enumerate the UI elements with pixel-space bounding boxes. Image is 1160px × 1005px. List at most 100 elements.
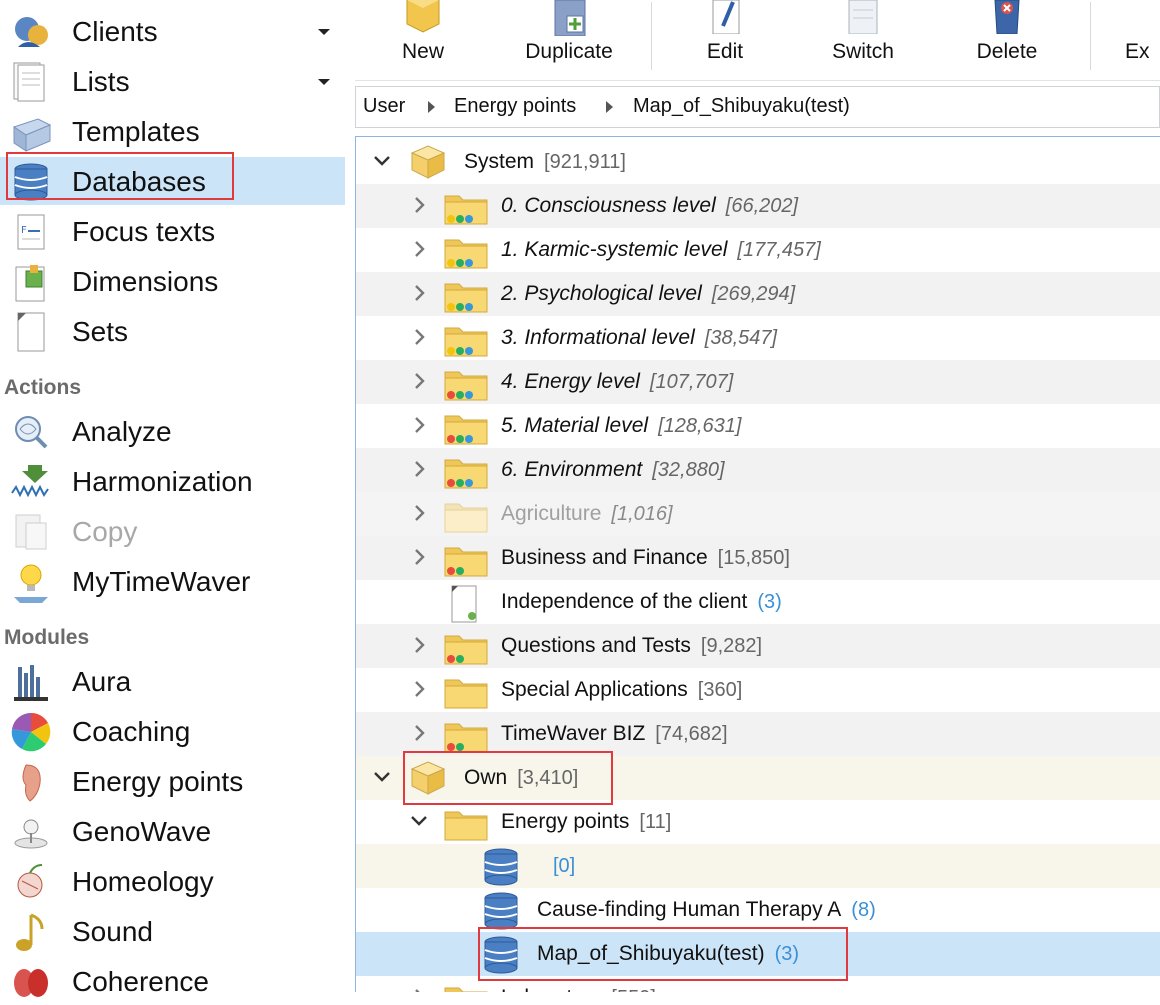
tree-item-label: 1. Karmic-systemic level [177,457]: [501, 238, 821, 261]
tree-node-system-child[interactable]: 0. Consciousness level [66,202]: [356, 184, 1160, 228]
folder-icon: [444, 811, 488, 841]
tree-item-label: 2. Psychological level [269,294]: [501, 282, 796, 305]
breadcrumb-separator-icon: [428, 101, 435, 113]
tree-item-label: Map_of_Shibuyaku(test) (3): [537, 942, 800, 965]
sidebar-item-dimensions[interactable]: Dimensions: [0, 257, 345, 305]
tree-node-own[interactable]: Own [3,410]: [356, 756, 1160, 800]
harmonization-icon: [11, 465, 49, 498]
tree-item-count: [74,682]: [655, 723, 728, 745]
new-button[interactable]: New: [375, 0, 471, 78]
sidebar-item-harmonization[interactable]: Harmonization: [0, 457, 345, 505]
duplicate-icon: [554, 0, 586, 36]
chevron-down-icon[interactable]: [372, 767, 392, 787]
switch-button[interactable]: Switch: [815, 0, 911, 78]
breadcrumb-item-user[interactable]: User: [363, 95, 405, 118]
sidebar-item-clients[interactable]: Clients: [0, 7, 345, 55]
folder-icon: [444, 415, 488, 445]
tree-node-system-child[interactable]: 1. Karmic-systemic level [177,457]: [356, 228, 1160, 272]
tree-item-count: [128,631]: [658, 415, 742, 437]
sidebar-item-mytimewaver[interactable]: MyTimeWaver: [0, 557, 345, 605]
sidebar-item-databases[interactable]: Databases: [0, 157, 345, 205]
toolbar-separator: [1090, 2, 1091, 70]
chevron-down-icon[interactable]: [318, 79, 330, 85]
chevron-right-icon[interactable]: [409, 195, 429, 215]
tree-node-system-child[interactable]: 5. Material level [128,631]: [356, 404, 1160, 448]
sidebar-item-analyze[interactable]: Analyze: [0, 407, 345, 455]
folder-icon: [444, 547, 488, 577]
folder-icon: [444, 195, 488, 225]
tree-node-energy-points[interactable]: Energy points [11]: [356, 800, 1160, 844]
sidebar-item-genowave[interactable]: GenoWave: [0, 807, 345, 855]
chevron-right-icon[interactable]: [409, 723, 429, 743]
sidebar-item-energy-points[interactable]: Energy points: [0, 757, 345, 805]
tree-item-label: Business and Finance [15,850]: [501, 546, 790, 569]
tree-node-system-child[interactable]: Questions and Tests [9,282]: [356, 624, 1160, 668]
document-icon: [451, 585, 477, 623]
sidebar-item-label: Sound: [72, 916, 153, 947]
sidebar-item-coaching[interactable]: Coaching: [0, 707, 345, 755]
chevron-down-icon[interactable]: [409, 811, 429, 831]
chevron-right-icon[interactable]: [409, 327, 429, 347]
sidebar-item-focus-texts[interactable]: F Focus texts: [0, 207, 345, 255]
tree-node-system-child[interactable]: TimeWaver BIZ [74,682]: [356, 712, 1160, 756]
delete-button[interactable]: Delete: [959, 0, 1055, 78]
chevron-right-icon[interactable]: [409, 635, 429, 655]
folder-icon: [444, 503, 488, 533]
chevron-down-icon[interactable]: [318, 29, 330, 35]
breadcrumb-item-current[interactable]: Map_of_Shibuyaku(test): [633, 95, 850, 118]
chevron-right-icon[interactable]: [409, 239, 429, 259]
energy-points-icon: [22, 764, 41, 802]
tree-item-count: [66,202]: [725, 195, 799, 217]
tree-node-system-child[interactable]: Business and Finance [15,850]: [356, 536, 1160, 580]
tree-item-count: [107,707]: [649, 371, 734, 393]
sidebar-item-lists[interactable]: Lists: [0, 57, 345, 105]
chevron-right-icon[interactable]: [409, 679, 429, 699]
sidebar-item-homeology[interactable]: Homeology: [0, 857, 345, 905]
chevron-right-icon[interactable]: [409, 987, 429, 992]
tree-item-count: [0]: [553, 855, 576, 877]
chevron-right-icon[interactable]: [409, 371, 429, 391]
chevron-right-icon[interactable]: [409, 503, 429, 523]
tree-node-system-child[interactable]: 6. Environment [32,880]: [356, 448, 1160, 492]
sidebar-item-aura[interactable]: Aura: [0, 657, 345, 705]
edit-button[interactable]: Edit: [677, 0, 773, 78]
tree-node-system-child[interactable]: Agriculture [1,016]: [356, 492, 1160, 536]
mytimewaver-icon: [14, 564, 48, 603]
sidebar-item-label: Homeology: [72, 866, 214, 897]
svg-text:F: F: [21, 225, 27, 236]
tree-node-system-child[interactable]: 2. Psychological level [269,294]: [356, 272, 1160, 316]
sidebar-item-copy[interactable]: Copy: [0, 507, 345, 555]
chevron-right-icon[interactable]: [409, 415, 429, 435]
chevron-right-icon[interactable]: [409, 547, 429, 567]
tree-node-database[interactable]: [0]: [356, 844, 1160, 888]
sidebar-item-sound[interactable]: Sound: [0, 907, 345, 955]
export-button[interactable]: Ex: [1125, 0, 1160, 78]
sidebar-item-sets[interactable]: Sets: [0, 307, 345, 355]
tree-node-system-child[interactable]: 3. Informational level [38,547]: [356, 316, 1160, 360]
cube-icon: [410, 145, 446, 179]
tree-node-database[interactable]: Map_of_Shibuyaku(test) (3): [356, 932, 1160, 976]
tree-node-system-child[interactable]: Independence of the client (3): [356, 580, 1160, 624]
tree-item-label: Laboratory[559]: [501, 986, 656, 992]
tree-node-database[interactable]: Cause-finding Human Therapy A (8): [356, 888, 1160, 932]
chevron-down-icon[interactable]: [372, 151, 392, 171]
tree-node-partial[interactable]: Laboratory[559]: [356, 976, 1160, 992]
sidebar-item-label: Clients: [72, 16, 158, 47]
tree-node-system-child[interactable]: 4. Energy level [107,707]: [356, 360, 1160, 404]
sidebar-item-templates[interactable]: Templates: [0, 107, 345, 155]
tree-node-system-child[interactable]: Special Applications [360]: [356, 668, 1160, 712]
folder-icon: [444, 371, 488, 401]
tree-item-count: [177,457]: [737, 239, 821, 261]
chevron-right-icon[interactable]: [409, 283, 429, 303]
sidebar-item-coherence[interactable]: Coherence: [0, 957, 345, 1005]
tree-item-label: TimeWaver BIZ [74,682]: [501, 722, 728, 745]
templates-icon: [12, 118, 52, 152]
chevron-right-icon[interactable]: [409, 459, 429, 479]
duplicate-button[interactable]: Duplicate: [515, 0, 623, 78]
tree-item-count: (8): [851, 899, 876, 921]
coherence-icon: [14, 969, 48, 997]
tree-item-count: (3): [774, 943, 800, 965]
tree-node-system[interactable]: System [921,911]: [356, 140, 1160, 184]
breadcrumb-item-energy-points[interactable]: Energy points: [454, 95, 576, 118]
database-icon: [484, 848, 518, 886]
